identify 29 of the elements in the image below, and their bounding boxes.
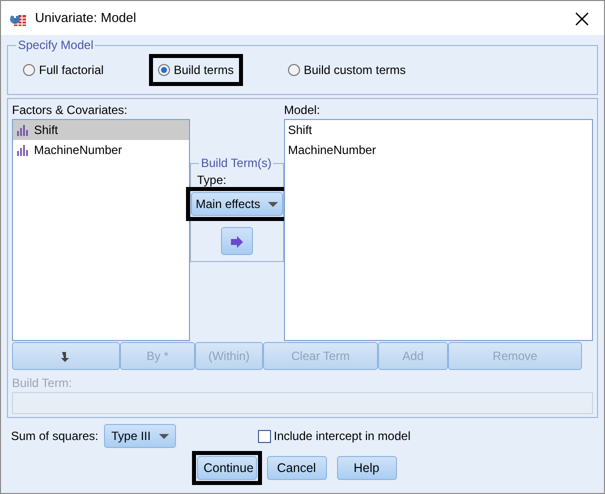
checkbox-label: Include intercept in model bbox=[274, 428, 410, 445]
field-label: Build Term: bbox=[12, 375, 73, 392]
dialog-button[interactable]: Help bbox=[336, 456, 396, 480]
bar-chart-icon bbox=[16, 124, 30, 136]
sum-of-squares-dropdown[interactable]: Type III bbox=[104, 424, 176, 448]
group-title: Specify Model bbox=[17, 39, 94, 51]
dialog-button[interactable]: Cancel bbox=[266, 456, 326, 480]
bar-chart-icon bbox=[16, 144, 30, 156]
group-title: Build Term(s) bbox=[200, 157, 272, 169]
type-dropdown[interactable]: Main effects bbox=[190, 192, 284, 216]
type-label: Type: bbox=[197, 173, 226, 187]
model-term[interactable]: Shift bbox=[288, 121, 312, 139]
list-label: Factors & Covariates: bbox=[12, 102, 128, 119]
arrow-down-icon bbox=[60, 350, 72, 363]
radio-option[interactable]: Build terms bbox=[154, 59, 238, 81]
move-arrow-button[interactable] bbox=[221, 227, 253, 255]
checkbox[interactable] bbox=[258, 430, 271, 442]
radio-option[interactable]: Full factorial bbox=[19, 59, 108, 81]
radio-option[interactable]: Build custom terms bbox=[284, 59, 410, 81]
sum-of-squares-label: Sum of squares: bbox=[11, 428, 98, 445]
close-icon bbox=[574, 10, 590, 27]
list-label: Model: bbox=[284, 102, 322, 119]
dialog-button[interactable]: Continue bbox=[196, 456, 256, 480]
model-term[interactable]: MachineNumber bbox=[288, 141, 376, 159]
variable-item[interactable]: MachineNumber bbox=[13, 140, 189, 160]
build-term-field[interactable] bbox=[12, 392, 593, 414]
arrow-right-icon bbox=[230, 236, 244, 248]
variable-item[interactable]: Shift bbox=[13, 120, 189, 140]
window-title: Univariate: Model bbox=[35, 9, 136, 28]
